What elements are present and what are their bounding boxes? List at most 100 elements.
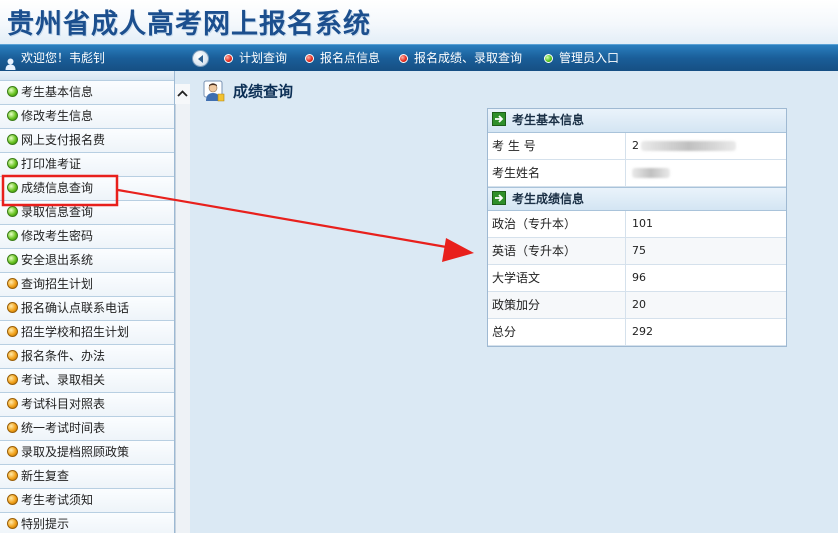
- orange-dot-icon: [7, 446, 18, 457]
- sidebar-menu: 考生基本信息修改考生信息 网上支付报名费 打印准考证成绩信息查询 录取信息查询 修改考生…: [0, 81, 174, 533]
- sidebar-item[interactable]: 报名确认点联系电话: [0, 297, 174, 321]
- sidebar-item[interactable]: 录取信息查询: [0, 201, 174, 225]
- scroll-up-button[interactable]: [175, 84, 190, 104]
- green-dot-icon: [544, 54, 553, 63]
- score-row: 政策加分 20: [488, 292, 786, 319]
- sidebar-item-label: 录取及提档照顾政策: [21, 445, 130, 459]
- orange-dot-icon: [7, 398, 18, 409]
- sidebar-item[interactable]: 考试科目对照表: [0, 393, 174, 417]
- orange-dot-icon: [7, 518, 18, 529]
- welcome-text: 欢迎您！韦彪钊: [21, 51, 106, 65]
- sidebar-item[interactable]: 考生考试须知: [0, 489, 174, 513]
- exam-number-value: 2: [632, 133, 736, 159]
- red-dot-icon: [224, 54, 233, 63]
- orange-dot-icon: [7, 278, 18, 289]
- subject-label: 总分: [492, 319, 626, 345]
- sidebar-item[interactable]: 报名条件、办法: [0, 345, 174, 369]
- sidebar-item-label: 打印准考证: [21, 157, 82, 171]
- sidebar-item-label: 报名条件、办法: [21, 349, 106, 363]
- green-dot-icon: [7, 206, 18, 217]
- score-value: 20: [632, 298, 646, 311]
- student-name-value: [632, 160, 670, 186]
- sidebar-item-label: 报名确认点联系电话: [21, 301, 130, 315]
- nav-registration-sites[interactable]: 报名点信息: [305, 45, 380, 72]
- sidebar-scrollbar[interactable]: [175, 84, 190, 533]
- sidebar: 考生基本信息修改考生信息 网上支付报名费 打印准考证成绩信息查询 录取信息查询 修改考生…: [0, 71, 175, 533]
- subject-label: 政策加分: [492, 292, 626, 318]
- user-icon: [5, 53, 16, 70]
- nav-plan-query[interactable]: 计划查询: [224, 45, 287, 72]
- page-heading: 成绩查询: [203, 80, 293, 104]
- orange-dot-icon: [7, 422, 18, 433]
- green-dot-icon: [7, 86, 18, 97]
- sidebar-item-label: 成绩信息查询: [21, 181, 94, 195]
- sidebar-item-label: 网上支付报名费: [21, 133, 106, 147]
- sidebar-item[interactable]: 网上支付报名费: [0, 129, 174, 153]
- score-info-heading: 考生成绩信息: [488, 187, 786, 211]
- red-dot-icon: [305, 54, 314, 63]
- sidebar-item[interactable]: 查询招生计划: [0, 273, 174, 297]
- green-dot-icon: [7, 110, 18, 121]
- top-nav-bar: 欢迎您！韦彪钊 计划查询 报名点信息 报名成绩、录取查询 管理员入口: [0, 44, 838, 71]
- score-result-panel: 考生基本信息 考 生 号 2 考生姓名 考生成绩信息 政治（专升本） 101 英语（…: [487, 108, 787, 347]
- sidebar-item-label: 新生复查: [21, 469, 70, 483]
- orange-dot-icon: [7, 350, 18, 361]
- sidebar-item[interactable]: 考试、录取相关: [0, 369, 174, 393]
- orange-dot-icon: [7, 326, 18, 337]
- green-dot-icon: [7, 134, 18, 145]
- page-header: 贵州省成人高考网上报名系统: [0, 0, 838, 44]
- score-table: 政治（专升本） 101 英语（专升本） 75 大学语文 96 政策加分 20 总分 292: [488, 211, 786, 346]
- subject-label: 大学语文: [492, 265, 626, 291]
- score-row: 英语（专升本） 75: [488, 238, 786, 265]
- score-row: 政治（专升本） 101: [488, 211, 786, 238]
- green-arrow-icon: [492, 111, 506, 126]
- sidebar-item[interactable]: 考生基本信息: [0, 81, 174, 105]
- orange-dot-icon: [7, 374, 18, 385]
- page-title: 成绩查询: [233, 82, 294, 101]
- sidebar-item[interactable]: 修改考生信息: [0, 105, 174, 129]
- sidebar-item[interactable]: 统一考试时间表: [0, 417, 174, 441]
- orange-dot-icon: [7, 494, 18, 505]
- score-row: 总分 292: [488, 319, 786, 346]
- subject-label: 政治（专升本）: [492, 211, 626, 237]
- green-dot-icon: [7, 158, 18, 169]
- person-icon: [203, 80, 225, 102]
- sidebar-item[interactable]: 修改考生密码: [0, 225, 174, 249]
- sidebar-item[interactable]: 打印准考证: [0, 153, 174, 177]
- orange-dot-icon: [7, 470, 18, 481]
- sidebar-item[interactable]: 招生学校和招生计划: [0, 321, 174, 345]
- sidebar-item-label: 修改考生信息: [21, 109, 94, 123]
- basic-info-heading: 考生基本信息: [488, 109, 786, 133]
- sidebar-item[interactable]: 录取及提档照顾政策: [0, 441, 174, 465]
- site-title: 贵州省成人高考网上报名系统: [7, 9, 371, 40]
- green-dot-icon: [7, 182, 18, 193]
- red-dot-icon: [399, 54, 408, 63]
- subject-label: 英语（专升本）: [492, 238, 626, 264]
- sidebar-item-label: 考试、录取相关: [21, 373, 106, 387]
- sidebar-item-label: 统一考试时间表: [21, 421, 106, 435]
- green-arrow-icon: [492, 190, 506, 205]
- score-value: 101: [632, 217, 653, 230]
- sidebar-item[interactable]: 安全退出系统: [0, 249, 174, 273]
- score-value: 96: [632, 271, 646, 284]
- sidebar-item-label: 安全退出系统: [21, 253, 94, 267]
- nav-score-admission-query[interactable]: 报名成绩、录取查询: [399, 45, 522, 72]
- score-value: 75: [632, 244, 646, 257]
- exam-number-row: 考 生 号 2: [488, 133, 786, 160]
- sidebar-item[interactable]: 成绩信息查询: [0, 177, 174, 201]
- nav-admin-login[interactable]: 管理员入口: [544, 45, 619, 72]
- green-dot-icon: [7, 254, 18, 265]
- sidebar-item-label: 招生学校和招生计划: [21, 325, 130, 339]
- student-name-row: 考生姓名: [488, 160, 786, 187]
- sidebar-item[interactable]: 特别提示: [0, 513, 174, 533]
- score-value: 292: [632, 325, 653, 338]
- annotation-arrow-head: [442, 238, 474, 262]
- sidebar-item-label: 修改考生密码: [21, 229, 94, 243]
- sidebar-item-label: 录取信息查询: [21, 205, 94, 219]
- collapse-sidebar-button[interactable]: [192, 50, 209, 67]
- score-row: 大学语文 96: [488, 265, 786, 292]
- sidebar-item[interactable]: 新生复查: [0, 465, 174, 489]
- sidebar-item-label: 查询招生计划: [21, 277, 94, 291]
- welcome-area: 欢迎您！韦彪钊: [0, 45, 180, 72]
- sidebar-item-label: 特别提示: [21, 517, 70, 531]
